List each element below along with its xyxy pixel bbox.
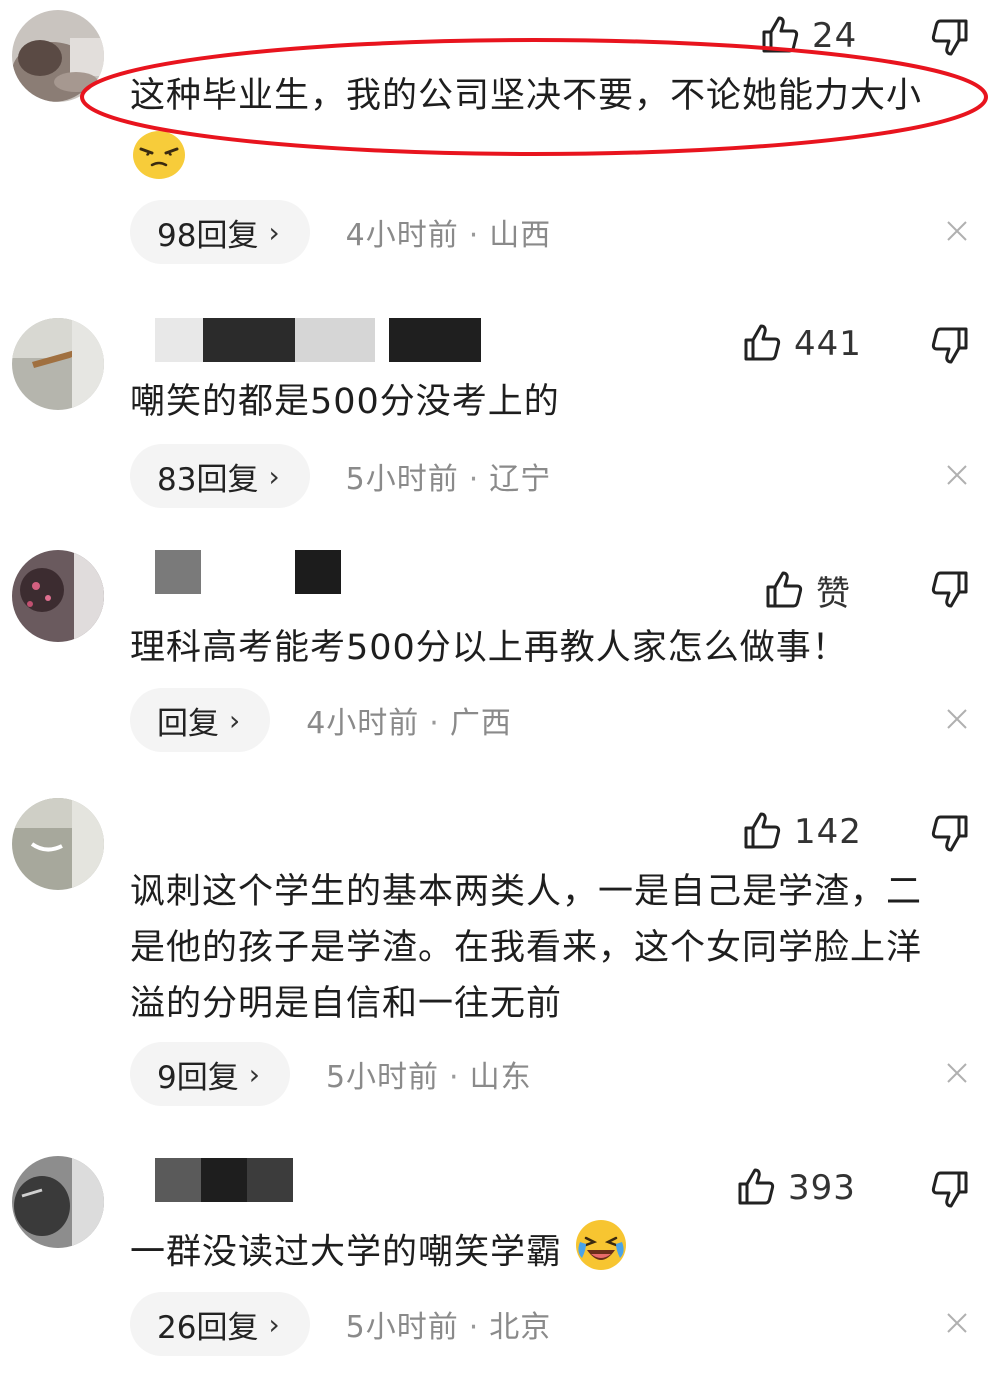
comment-text: 讽刺这个学生的基本两类人，一是自己是学渣，二 是他的孩子是学渣。在我看来，这个女… — [130, 864, 960, 1032]
like-label: 赞 — [816, 574, 851, 614]
like-count: 393 — [788, 1168, 856, 1208]
chevron-right-icon: › — [268, 215, 280, 249]
comment-location: 广西 — [449, 706, 512, 741]
comment-location: 山东 — [469, 1060, 532, 1095]
smirk-emoji-icon — [132, 130, 186, 184]
comment-time: 5小时前 — [345, 462, 459, 497]
chevron-right-icon: › — [268, 1307, 280, 1341]
avatar[interactable] — [12, 1156, 104, 1248]
reply-button[interactable]: 9回复 › — [130, 1042, 290, 1106]
separator: · — [468, 218, 480, 253]
comment-time-location: 4小时前 · 山西 — [346, 210, 552, 254]
like-count: 142 — [794, 812, 862, 852]
reply-button[interactable]: 98回复 › — [130, 200, 310, 264]
username-redacted — [155, 1158, 295, 1202]
reply-count: 26回复 — [157, 1309, 259, 1346]
avatar[interactable] — [12, 10, 104, 102]
close-icon[interactable] — [946, 220, 968, 242]
like-group[interactable]: 24 — [760, 14, 857, 58]
reply-count: 98回复 — [157, 217, 259, 254]
thumbs-up-icon[interactable] — [742, 810, 782, 854]
comment-text-body: 一群没读过大学的嘲笑学霸 — [130, 1232, 563, 1273]
reply-button[interactable]: 26回复 › — [130, 1292, 310, 1356]
chevron-right-icon: › — [229, 703, 241, 737]
comment-meta: 9回复 › 5小时前 · 山东 — [130, 1042, 532, 1106]
like-group[interactable]: 赞 — [764, 566, 851, 615]
reply-count: 回复 — [157, 705, 219, 742]
comment-item-5: 393 一群没读过大学的嘲笑学霸 26回复 › 5小时前 · 北京 — [0, 1140, 992, 1374]
reply-button[interactable]: 83回复 › — [130, 444, 310, 508]
thumbs-down-icon[interactable] — [930, 570, 970, 614]
comment-meta: 回复 › 4小时前 · 广西 — [130, 688, 512, 752]
thumbs-down-icon[interactable] — [930, 18, 970, 62]
separator: · — [429, 706, 440, 741]
comment-item-2: 441 嘲笑的都是500分没考上的 83回复 › 5小时前 · 辽宁 — [0, 280, 992, 530]
thumbs-up-icon[interactable] — [764, 569, 804, 613]
username-redacted — [155, 550, 355, 594]
like-group[interactable]: 441 — [742, 322, 862, 366]
thumbs-up-icon[interactable] — [736, 1166, 776, 1210]
separator: · — [468, 1310, 480, 1345]
comment-item-1: 24 这种毕业生，我的公司坚决不要，不论她能力大小 98回复 › 4小时前 · 山西 — [0, 0, 992, 280]
close-icon[interactable] — [946, 464, 968, 486]
comment-text: 一群没读过大学的嘲笑学霸 — [130, 1218, 960, 1289]
reply-count: 9回复 — [157, 1059, 239, 1096]
close-icon[interactable] — [946, 1312, 968, 1334]
separator: · — [449, 1060, 460, 1095]
avatar[interactable] — [12, 318, 104, 410]
comment-time-location: 5小时前 · 北京 — [346, 1302, 552, 1346]
close-icon[interactable] — [946, 708, 968, 730]
thumbs-down-icon[interactable] — [930, 326, 970, 370]
comment-time-location: 5小时前 · 山东 — [326, 1052, 532, 1096]
comment-meta: 83回复 › 5小时前 · 辽宁 — [130, 444, 551, 508]
laughing-crying-emoji-icon — [574, 1218, 628, 1289]
like-group[interactable]: 393 — [736, 1166, 856, 1210]
comment-time: 5小时前 — [345, 1310, 459, 1345]
like-group[interactable]: 142 — [742, 810, 862, 854]
thumbs-up-icon[interactable] — [760, 14, 800, 58]
thumbs-up-icon[interactable] — [742, 322, 782, 366]
comment-location: 山西 — [489, 218, 552, 253]
comment-time: 5小时前 — [325, 1060, 440, 1095]
comment-time-location: 4小时前 · 广西 — [306, 698, 512, 742]
avatar[interactable] — [12, 798, 104, 890]
comment-time: 4小时前 — [345, 218, 459, 253]
close-icon[interactable] — [946, 1062, 968, 1084]
comment-text: 嘲笑的都是500分没考上的 — [130, 382, 560, 422]
comment-text: 这种毕业生，我的公司坚决不要，不论她能力大小 — [130, 76, 923, 116]
comment-text: 理科高考能考500分以上再教人家怎么做事！ — [130, 628, 848, 668]
reply-count: 83回复 — [157, 461, 259, 498]
username-redacted — [155, 318, 495, 362]
comment-item-4: 142 讽刺这个学生的基本两类人，一是自己是学渣，二 是他的孩子是学渣。在我看来… — [0, 790, 992, 1140]
thumbs-down-icon[interactable] — [930, 814, 970, 858]
chevron-right-icon: › — [268, 459, 280, 493]
comment-meta: 98回复 › 4小时前 · 山西 — [130, 200, 551, 264]
thumbs-down-icon[interactable] — [930, 1170, 970, 1214]
chevron-right-icon: › — [248, 1057, 260, 1091]
reply-button[interactable]: 回复 › — [130, 688, 271, 752]
like-count: 24 — [812, 16, 858, 56]
comment-text-line: 溢的分明是自信和一往无前 — [130, 984, 563, 1024]
comment-location: 辽宁 — [489, 462, 552, 497]
comment-item-3: 赞 理科高考能考500分以上再教人家怎么做事！ 回复 › 4小时前 · 广西 — [0, 530, 992, 790]
comment-time: 4小时前 — [306, 706, 420, 741]
separator: · — [468, 462, 480, 497]
comment-text-line: 是他的孩子是学渣。在我看来，这个女同学脸上洋 — [130, 928, 923, 968]
avatar[interactable] — [12, 550, 104, 642]
comment-text-line: 讽刺这个学生的基本两类人，一是自己是学渣，二 — [130, 872, 923, 912]
comment-location: 北京 — [489, 1310, 552, 1345]
comment-meta: 26回复 › 5小时前 · 北京 — [130, 1292, 551, 1356]
comment-time-location: 5小时前 · 辽宁 — [346, 454, 552, 498]
like-count: 441 — [794, 324, 862, 364]
